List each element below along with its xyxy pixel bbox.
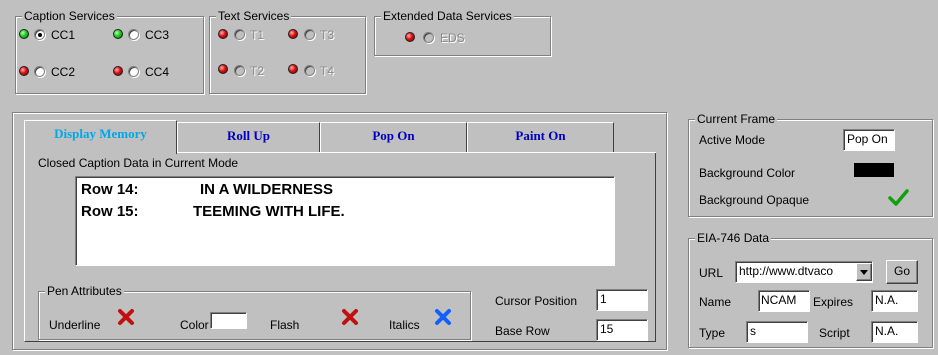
t4-radio[interactable] [304, 65, 315, 76]
eds-label: EDS [440, 31, 465, 45]
url-dropdown-button[interactable] [856, 263, 872, 281]
flash-label: Flash [270, 318, 300, 332]
active-mode-label: Active Mode [699, 133, 766, 147]
italics-label: Italics [389, 318, 420, 332]
t4-status-led-icon [288, 64, 298, 74]
cc1-label[interactable]: CC1 [51, 28, 75, 42]
cc2-radio[interactable] [34, 66, 45, 77]
t2-label: T2 [250, 64, 265, 78]
caption-row-14-text: IN A WILDERNESS [200, 181, 334, 198]
cc4-label[interactable]: CC4 [145, 65, 169, 79]
text-services-group: Text Services [209, 9, 366, 94]
type-label: Type [699, 326, 726, 340]
type-field[interactable]: s [746, 321, 808, 343]
eia746-title: EIA-746 Data [695, 231, 772, 245]
underline-label: Underline [49, 318, 101, 332]
tab-roll-up[interactable]: Roll Up [177, 122, 320, 152]
caption-row-15-label: Row 15: [81, 203, 139, 220]
eds-radio[interactable] [423, 32, 434, 43]
caption-services-title: Caption Services [22, 9, 117, 23]
cc4-status-led-icon [113, 66, 123, 76]
url-combobox[interactable]: http://www.dtvaco [735, 261, 873, 283]
script-label: Script [819, 326, 850, 340]
base-row-field[interactable]: 15 [596, 319, 648, 341]
caption-row-15-text: TEEMING WITH LIFE. [193, 203, 345, 220]
flash-off-x-icon [342, 309, 358, 325]
cc3-label[interactable]: CC3 [145, 28, 169, 42]
underline-off-x-icon [118, 309, 134, 325]
cc1-status-led-icon [19, 29, 29, 39]
pen-attributes-group: Pen Attributes [38, 284, 471, 340]
t3-status-led-icon [288, 29, 298, 39]
expires-label: Expires [813, 295, 854, 309]
caption-row-14-label: Row 14: [81, 181, 139, 198]
active-mode-field[interactable]: Pop On [843, 129, 895, 151]
tab-paint-on[interactable]: Paint On [467, 122, 614, 152]
t1-radio[interactable] [234, 29, 245, 40]
cc2-status-led-icon [19, 66, 29, 76]
caption-services-group: Caption Services [15, 9, 204, 94]
cursor-position-label: Cursor Position [495, 294, 578, 308]
extended-data-services-title: Extended Data Services [381, 9, 514, 23]
background-color-label: Background Color [699, 166, 796, 180]
background-opaque-check-icon [888, 189, 909, 206]
cc3-radio[interactable] [128, 29, 139, 40]
t2-radio[interactable] [234, 65, 245, 76]
color-label: Color [180, 318, 209, 332]
cc3-status-led-icon [113, 29, 123, 39]
cursor-position-field[interactable]: 1 [596, 289, 648, 311]
t1-status-led-icon [218, 29, 228, 39]
expires-field[interactable]: N.A. [871, 290, 918, 312]
caption-data-label: Closed Caption Data in Current Mode [38, 156, 239, 170]
name-label: Name [699, 295, 732, 309]
background-color-swatch [854, 163, 894, 177]
eds-status-led-icon [405, 32, 415, 42]
name-field[interactable]: NCAM [758, 290, 810, 312]
tab-page-top-edge [177, 152, 656, 153]
background-opaque-label: Background Opaque [699, 193, 810, 207]
tab-pop-on[interactable]: Pop On [320, 122, 467, 152]
t2-status-led-icon [218, 64, 228, 74]
caption-data-box [75, 176, 615, 266]
script-field[interactable]: N.A. [871, 321, 918, 343]
t1-label: T1 [250, 28, 265, 42]
tab-display-memory[interactable]: Display Memory [24, 120, 177, 154]
italics-off-x-icon [435, 309, 451, 325]
cc4-radio[interactable] [128, 66, 139, 77]
chevron-down-icon [860, 270, 868, 276]
t3-radio[interactable] [304, 29, 315, 40]
t3-label: T3 [320, 28, 335, 42]
t4-label: T4 [320, 64, 335, 78]
pen-color-swatch [210, 312, 247, 329]
url-label: URL [699, 266, 724, 280]
cc2-label[interactable]: CC2 [51, 65, 75, 79]
current-frame-title: Current Frame [695, 112, 778, 126]
cc1-radio[interactable] [34, 29, 45, 40]
text-services-title: Text Services [216, 9, 292, 23]
go-button[interactable]: Go [886, 260, 918, 284]
base-row-label: Base Row [495, 324, 550, 338]
pen-attributes-title: Pen Attributes [45, 284, 124, 298]
